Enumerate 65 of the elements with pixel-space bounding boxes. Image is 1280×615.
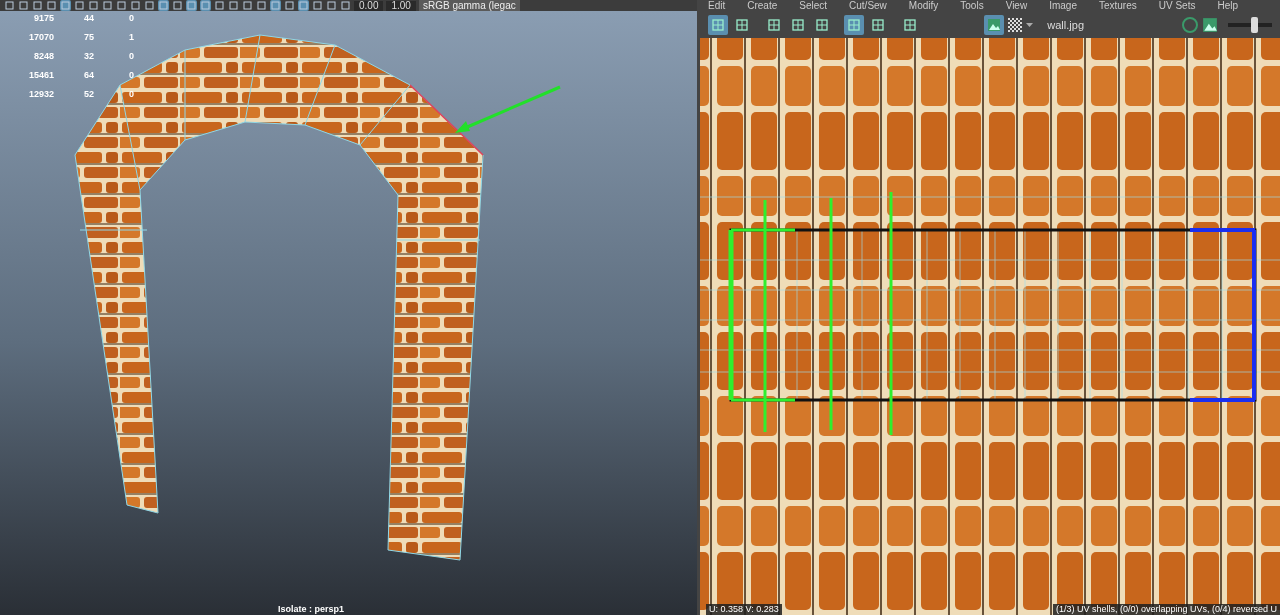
menu-item[interactable]: Select (799, 0, 828, 11)
stat-value: 64 (83, 69, 94, 81)
toolbar-icon[interactable] (60, 0, 71, 11)
toolbar-icon[interactable] (102, 0, 113, 11)
image-name: wall.jpg (1047, 18, 1084, 31)
toolbar-icon[interactable] (46, 0, 57, 11)
toolbar-icon[interactable] (326, 0, 337, 11)
stat-value: 0 (128, 12, 134, 24)
dropdown-caret-icon[interactable] (1026, 22, 1034, 27)
toolbar-icon[interactable] (158, 0, 169, 11)
menu-item[interactable]: Textures (1098, 0, 1137, 11)
exposure-field[interactable]: 0.00 (354, 1, 384, 11)
toolbar-icon[interactable] (284, 0, 295, 11)
gamma-field[interactable]: 1.00 (386, 1, 416, 11)
checker-icon[interactable] (1008, 17, 1023, 32)
stat-value: 8248 (32, 50, 54, 62)
isolate-label: Isolate : persp1 (278, 603, 345, 615)
menu-item[interactable]: Tools (960, 0, 984, 11)
menu-item[interactable]: Edit (708, 0, 726, 11)
toolbar-icon[interactable] (4, 0, 15, 11)
stat-value: 12932 (27, 88, 54, 100)
toolbar-icon[interactable] (242, 0, 253, 11)
toolbar-icon[interactable] (256, 0, 267, 11)
menu-item[interactable]: UV Sets (1158, 0, 1196, 11)
stat-value: 0 (128, 88, 134, 100)
toolbar-icon[interactable] (708, 14, 728, 35)
stat-value: 15461 (27, 69, 54, 81)
toolbar-icon[interactable] (32, 0, 43, 11)
toolbar-icon[interactable] (270, 0, 281, 11)
toolbar-icon[interactable] (186, 0, 197, 11)
menu-item[interactable]: View (1005, 0, 1028, 11)
menu-item[interactable]: Create (747, 0, 778, 11)
toolbar-icon[interactable] (144, 0, 155, 11)
toolbar-icon[interactable] (88, 0, 99, 11)
menu-item[interactable]: Help (1217, 0, 1238, 11)
color-space-dropdown[interactable]: sRGB gamma (legac (418, 0, 520, 11)
stat-value: 1 (128, 31, 134, 43)
stat-value: 44 (83, 12, 94, 24)
toolbar-icon[interactable] (214, 0, 225, 11)
stat-value: 32 (83, 50, 94, 62)
uv-status-info: (1/3) UV shells, (0/0) overlapping UVs, (0/4) reversed U (1052, 604, 1280, 615)
stat-value: 17070 (27, 31, 54, 43)
image-toggle-icon[interactable] (984, 14, 1005, 35)
toolbar-icon[interactable] (844, 14, 864, 35)
slider-thumb[interactable] (1251, 16, 1259, 33)
toolbar-icon[interactable] (298, 0, 309, 11)
toolbar-icon[interactable] (200, 0, 211, 11)
toolbar-icon[interactable] (18, 0, 29, 11)
menu-item[interactable]: Image (1049, 0, 1077, 11)
stat-value: 0 (128, 69, 134, 81)
toolbar-icon[interactable] (116, 0, 127, 11)
menu-item[interactable]: Modify (908, 0, 939, 11)
toolbar-icon[interactable] (130, 0, 141, 11)
toolbar-icon[interactable] (74, 0, 85, 11)
stat-value: 75 (83, 31, 94, 43)
uv-coordinates: U: 0.358 V: 0.283 (706, 604, 782, 615)
toolbar-icon[interactable] (340, 0, 351, 11)
toolbar-icon[interactable] (228, 0, 239, 11)
toolbar-icon[interactable] (172, 0, 183, 11)
stat-value: 0 (128, 50, 134, 62)
menu-item[interactable]: Cut/Sew (849, 0, 887, 11)
stat-value: 9175 (32, 12, 54, 24)
toolbar-icon[interactable] (312, 0, 323, 11)
image-icon[interactable] (1202, 16, 1218, 33)
stat-value: 52 (83, 88, 94, 100)
